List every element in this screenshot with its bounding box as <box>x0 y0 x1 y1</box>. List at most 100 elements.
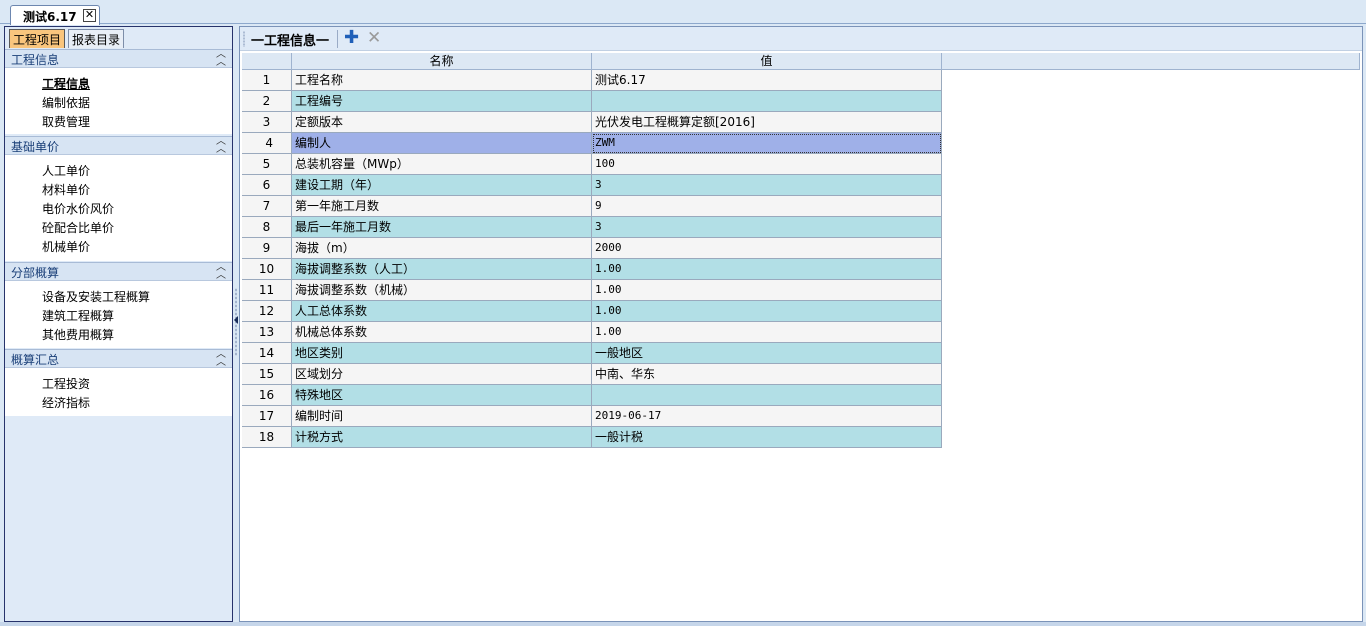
section-title: 分部概算 <box>11 266 60 280</box>
row-value-cell[interactable]: 光伏发电工程概算定额[2016] <box>592 112 942 133</box>
row-name-cell[interactable]: 机械总体系数 <box>292 322 592 343</box>
row-index: 7 <box>242 196 292 217</box>
row-name-cell[interactable]: 工程编号 <box>292 91 592 112</box>
section-base-price: 基础单价 ︿ ︿ 人工单价 材料单价 电价水价风价 砼配合比单价 机械单价 <box>5 136 232 261</box>
row-name-cell[interactable]: 编制时间 <box>292 406 592 427</box>
row-name-cell[interactable]: 编制人 <box>292 133 592 154</box>
row-index: 10 <box>242 259 292 280</box>
main-panel: 一工程信息一 ✚ ✕ 名称 值 1 工程名称 测试6.17 2 工程编号 3 定额版本 光伏发… <box>239 26 1363 622</box>
main-toolbar: 一工程信息一 ✚ ✕ <box>240 27 1362 51</box>
collapse-left-icon[interactable] <box>234 316 238 324</box>
section-header[interactable]: 概算汇总 ︿ ︿ <box>5 349 232 368</box>
row-index: 5 <box>242 154 292 175</box>
row-value-cell[interactable]: 1.00 <box>592 280 942 301</box>
nav-item-construction-estimate[interactable]: 建筑工程概算 <box>42 307 114 324</box>
section-header[interactable]: 分部概算 ︿ ︿ <box>5 262 232 281</box>
row-index: 13 <box>242 322 292 343</box>
row-value-cell[interactable] <box>592 91 942 112</box>
row-index: 6 <box>242 175 292 196</box>
row-name-cell[interactable]: 最后一年施工月数 <box>292 217 592 238</box>
document-tab[interactable]: 测试6.17 ✕ <box>10 5 100 25</box>
row-index: 3 <box>242 112 292 133</box>
toolbar-grip <box>243 31 245 47</box>
toolbar-title: 一工程信息一 <box>251 34 330 49</box>
row-value-cell[interactable]: 9 <box>592 196 942 217</box>
row-index: 14 <box>242 343 292 364</box>
row-value-cell[interactable]: 3 <box>592 175 942 196</box>
row-value-cell[interactable]: 1.00 <box>592 322 942 343</box>
row-index: 18 <box>242 427 292 448</box>
chevron-up-icon[interactable]: ︿ ︿ <box>216 350 226 368</box>
row-index: 17 <box>242 406 292 427</box>
section-project-info: 工程信息 ︿ ︿ 工程信息 编制依据 取费管理 <box>5 49 232 134</box>
nav-item-other-estimate[interactable]: 其他费用概算 <box>42 326 114 343</box>
row-value-cell[interactable]: 100 <box>592 154 942 175</box>
row-name-cell[interactable]: 建设工期（年） <box>292 175 592 196</box>
row-value-cell[interactable]: 1.00 <box>592 259 942 280</box>
section-title: 概算汇总 <box>11 353 60 367</box>
row-index: 8 <box>242 217 292 238</box>
tab-report-catalog[interactable]: 报表目录 <box>68 29 125 48</box>
row-value-cell[interactable]: 1.00 <box>592 301 942 322</box>
row-value-cell[interactable]: 一般计税 <box>592 427 942 448</box>
panel-tabs: 工程项目 报表目录 <box>5 27 232 49</box>
document-tabstrip: 测试6.17 ✕ <box>0 0 1366 25</box>
nav-item-investment[interactable]: 工程投资 <box>42 375 90 392</box>
tab-project[interactable]: 工程项目 <box>9 29 66 48</box>
row-value-cell[interactable]: 一般地区 <box>592 343 942 364</box>
row-name-cell[interactable]: 总装机容量（MWp） <box>292 154 592 175</box>
header-index <box>242 53 292 70</box>
row-value-cell[interactable]: 2019-06-17 <box>592 406 942 427</box>
row-value-cell[interactable]: 2000 <box>592 238 942 259</box>
nav-item-economic-index[interactable]: 经济指标 <box>42 394 90 411</box>
row-index: 15 <box>242 364 292 385</box>
row-name-cell[interactable]: 区域划分 <box>292 364 592 385</box>
row-name-cell[interactable]: 海拔调整系数（人工） <box>292 259 592 280</box>
header-name[interactable]: 名称 <box>292 53 592 70</box>
nav-item-concrete-price[interactable]: 砼配合比单价 <box>42 219 114 236</box>
section-summary: 概算汇总 ︿ ︿ 工程投资 经济指标 <box>5 349 232 416</box>
row-index: 4 <box>242 133 292 154</box>
section-sub-estimate: 分部概算 ︿ ︿ 设备及安装工程概算 建筑工程概算 其他费用概算 <box>5 262 232 348</box>
nav-item-material-price[interactable]: 材料单价 <box>42 181 90 198</box>
row-name-cell[interactable]: 定额版本 <box>292 112 592 133</box>
row-name-cell[interactable]: 计税方式 <box>292 427 592 448</box>
row-name-cell[interactable]: 海拔调整系数（机械） <box>292 280 592 301</box>
row-value-cell[interactable]: ZWM <box>592 133 942 154</box>
row-name-cell[interactable]: 第一年施工月数 <box>292 196 592 217</box>
chevron-up-icon[interactable]: ︿ ︿ <box>216 137 226 155</box>
row-index: 9 <box>242 238 292 259</box>
row-index: 2 <box>242 91 292 112</box>
header-filler <box>942 53 1360 70</box>
row-value-cell[interactable] <box>592 385 942 406</box>
section-header[interactable]: 基础单价 ︿ ︿ <box>5 136 232 155</box>
row-name-cell[interactable]: 工程名称 <box>292 70 592 91</box>
nav-item-fee-management[interactable]: 取费管理 <box>42 113 90 130</box>
nav-item-utility-price[interactable]: 电价水价风价 <box>42 200 114 217</box>
delete-icon[interactable]: ✕ <box>367 28 381 48</box>
row-index: 11 <box>242 280 292 301</box>
plus-icon[interactable]: ✚ <box>344 28 359 48</box>
chevron-up-icon[interactable]: ︿ ︿ <box>216 50 226 68</box>
header-value[interactable]: 值 <box>592 53 942 70</box>
row-value-cell[interactable]: 3 <box>592 217 942 238</box>
section-header[interactable]: 工程信息 ︿ ︿ <box>5 49 232 68</box>
row-name-cell[interactable]: 人工总体系数 <box>292 301 592 322</box>
nav-item-project-info[interactable]: 工程信息 <box>42 75 90 92</box>
nav-item-labor-price[interactable]: 人工单价 <box>42 162 90 179</box>
row-value-cell[interactable]: 测试6.17 <box>592 70 942 91</box>
chevron-up-icon[interactable]: ︿ ︿ <box>216 263 226 281</box>
nav-item-equipment-estimate[interactable]: 设备及安装工程概算 <box>42 288 150 305</box>
status-strip <box>0 622 1366 626</box>
section-title: 基础单价 <box>11 140 60 154</box>
row-name-cell[interactable]: 地区类别 <box>292 343 592 364</box>
nav-item-machine-price[interactable]: 机械单价 <box>42 238 90 255</box>
row-value-cell[interactable]: 中南、华东 <box>592 364 942 385</box>
row-index: 1 <box>242 70 292 91</box>
document-tab-label: 测试6.17 <box>23 10 77 24</box>
row-name-cell[interactable]: 海拔（m） <box>292 238 592 259</box>
close-icon[interactable]: ✕ <box>83 9 96 22</box>
row-name-cell[interactable]: 特殊地区 <box>292 385 592 406</box>
section-title: 工程信息 <box>11 53 60 67</box>
nav-item-basis[interactable]: 编制依据 <box>42 94 90 111</box>
